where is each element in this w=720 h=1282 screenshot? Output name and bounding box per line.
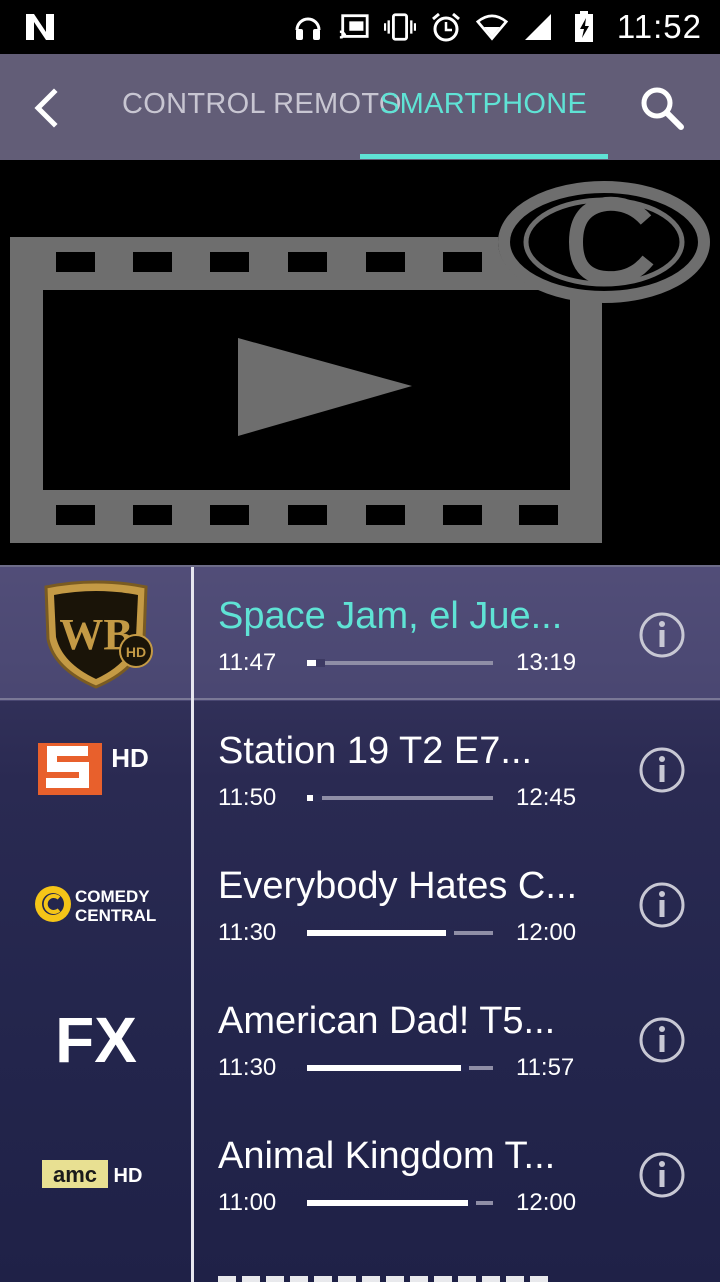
program-start-time: 11:30 bbox=[218, 919, 277, 946]
program-progress-bar bbox=[307, 794, 493, 802]
video-player-placeholder[interactable] bbox=[0, 160, 720, 565]
logo-column-divider bbox=[191, 567, 194, 1282]
top-app-bar: CONTROL REMOTO SMARTPHONE bbox=[0, 54, 720, 161]
program-title: American Dad! T5... bbox=[218, 1000, 556, 1042]
svg-text:CENTRAL: CENTRAL bbox=[75, 906, 156, 925]
channel-list: WB HD Space Jam, el Jue... 11:47 13:19 H… bbox=[0, 565, 720, 1282]
list-item[interactable]: HD Station 19 T2 E7... 11:50 12:45 bbox=[0, 702, 720, 836]
progress-fill bbox=[307, 1065, 461, 1071]
program-start-time: 11:30 bbox=[218, 1054, 277, 1081]
list-item[interactable]: FX American Dad! T5... 11:30 11:57 bbox=[0, 972, 720, 1106]
progress-fill bbox=[307, 660, 316, 666]
channel-logo-amc: amc HD bbox=[0, 1107, 191, 1241]
info-icon[interactable] bbox=[638, 1016, 686, 1064]
row-divider bbox=[0, 698, 720, 700]
channel-logo-sony: HD bbox=[0, 702, 191, 836]
search-icon[interactable] bbox=[636, 82, 688, 134]
program-start-time: 11:50 bbox=[218, 784, 277, 811]
program-end-time: 12:00 bbox=[516, 1189, 577, 1216]
list-item[interactable]: amc HD Animal Kingdom T... 11:00 12:00 bbox=[0, 1107, 720, 1241]
program-title: Station 19 T2 E7... bbox=[218, 730, 533, 772]
amc-hd-text: HD bbox=[113, 1165, 142, 1187]
wifi-icon bbox=[476, 11, 508, 43]
list-item[interactable]: COMEDY CENTRAL Everybody Hates C... 11:3… bbox=[0, 837, 720, 971]
info-icon[interactable] bbox=[638, 611, 686, 659]
amc-hd-logo-icon: amc HD bbox=[41, 1160, 142, 1188]
info-icon[interactable] bbox=[638, 1151, 686, 1199]
program-title-partial bbox=[218, 1270, 558, 1282]
fx-logo-icon: FX bbox=[55, 1004, 137, 1074]
headphones-icon bbox=[292, 11, 324, 43]
sony-hd-text: HD bbox=[111, 743, 149, 773]
info-icon[interactable] bbox=[638, 881, 686, 929]
film-copyright-icon bbox=[10, 181, 710, 543]
status-bar: 11:52 bbox=[0, 0, 720, 54]
program-end-time: 12:00 bbox=[516, 919, 577, 946]
program-end-time: 12:45 bbox=[516, 784, 577, 811]
channel-logo-fx: FX bbox=[0, 972, 191, 1106]
program-title: Animal Kingdom T... bbox=[218, 1135, 556, 1177]
progress-fill bbox=[307, 1200, 468, 1206]
status-time: 11:52 bbox=[616, 8, 702, 45]
vibrate-icon bbox=[384, 11, 416, 43]
tab-active-indicator bbox=[360, 154, 608, 159]
program-end-time: 13:19 bbox=[516, 649, 577, 676]
sony-hd-logo-icon: HD bbox=[37, 743, 149, 795]
back-arrow-icon[interactable] bbox=[26, 84, 70, 132]
channel-logo-comedy-central: COMEDY CENTRAL bbox=[0, 837, 191, 971]
program-start-time: 11:47 bbox=[218, 649, 277, 676]
svg-text:HD: HD bbox=[125, 644, 145, 660]
program-progress-bar bbox=[307, 1199, 493, 1207]
info-icon[interactable] bbox=[638, 746, 686, 794]
program-progress-bar bbox=[307, 659, 493, 667]
svg-text:COMEDY: COMEDY bbox=[75, 887, 150, 906]
netflix-n-icon bbox=[26, 14, 54, 40]
list-item[interactable] bbox=[0, 1242, 720, 1282]
comedy-central-logo-icon: COMEDY CENTRAL bbox=[34, 886, 156, 925]
list-item[interactable]: WB HD Space Jam, el Jue... 11:47 13:19 bbox=[0, 567, 720, 701]
cast-icon bbox=[338, 11, 370, 43]
program-title: Space Jam, el Jue... bbox=[218, 595, 563, 637]
program-title: Everybody Hates C... bbox=[218, 865, 578, 907]
alarm-icon bbox=[430, 11, 462, 43]
progress-fill bbox=[307, 930, 446, 936]
program-progress-bar bbox=[307, 929, 493, 937]
warner-bros-logo-icon: WB HD bbox=[43, 580, 153, 689]
signal-icon bbox=[522, 11, 554, 43]
battery-charging-icon bbox=[568, 11, 600, 43]
program-progress-bar bbox=[307, 1064, 493, 1072]
fx-text: FX bbox=[55, 1004, 137, 1074]
tab-smartphone[interactable]: SMARTPHONE bbox=[380, 88, 587, 121]
tab-control-remoto[interactable]: CONTROL REMOTO bbox=[122, 88, 402, 121]
program-end-time: 11:57 bbox=[516, 1054, 575, 1081]
channel-logo-warner-bros: WB HD bbox=[0, 567, 191, 701]
program-start-time: 11:00 bbox=[218, 1189, 277, 1216]
amc-text: amc bbox=[52, 1162, 96, 1187]
